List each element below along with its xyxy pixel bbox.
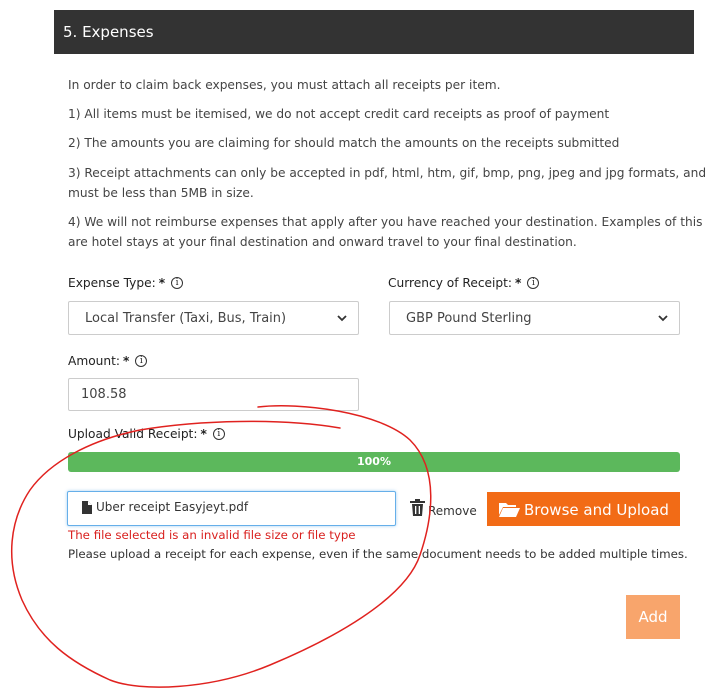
remove-label: Remove — [428, 504, 477, 518]
info-icon[interactable]: i — [171, 277, 184, 289]
upload-progress-bar: 100% — [68, 452, 680, 472]
info-icon[interactable]: i — [135, 355, 148, 367]
receipt-label-text: Upload Valid Receipt: — [68, 427, 198, 441]
required-marker: * — [158, 276, 166, 290]
currency-label: Currency of Receipt: * i — [388, 276, 540, 290]
required-marker: * — [515, 276, 522, 290]
info-icon[interactable]: i — [212, 428, 225, 440]
receipt-label: Upload Valid Receipt: * i — [68, 427, 225, 441]
instruction-item-4: 4) We will not reimburse expenses that a… — [68, 215, 703, 229]
section-title: 5. Expenses — [63, 23, 154, 41]
amount-value: 108.58 — [81, 387, 127, 402]
required-marker: * — [123, 354, 130, 368]
browse-upload-button[interactable]: Browse and Upload — [487, 492, 680, 526]
required-marker: * — [200, 427, 207, 441]
selected-file-field[interactable]: Uber receipt Easyjeyt.pdf — [67, 491, 396, 526]
instruction-item-1: 1) All items must be itemised, we do not… — [68, 107, 610, 121]
amount-label-text: Amount: — [68, 354, 120, 368]
file-icon — [82, 501, 92, 514]
expense-type-label: Expense Type: * i — [68, 276, 184, 290]
trash-icon — [410, 499, 425, 516]
expense-type-value: Local Transfer (Taxi, Bus, Train) — [85, 311, 287, 326]
amount-input[interactable]: 108.58 — [68, 378, 359, 411]
chevron-down-icon — [337, 315, 347, 322]
upload-error-message: The file selected is an invalid file siz… — [68, 528, 356, 542]
upload-help-text: Please upload a receipt for each expense… — [68, 547, 688, 561]
instruction-item-3-cont: must be less than 5MB in size. — [68, 186, 254, 200]
folder-open-icon — [499, 503, 520, 517]
instruction-item-4-cont: are hotel stays at your final destinatio… — [68, 235, 577, 249]
expense-type-label-text: Expense Type: — [68, 276, 156, 290]
add-button[interactable]: Add — [626, 595, 680, 639]
progress-label: 100% — [357, 455, 391, 468]
add-label: Add — [638, 608, 668, 626]
expense-type-select[interactable]: Local Transfer (Taxi, Bus, Train) — [68, 301, 359, 335]
section-header: 5. Expenses — [54, 10, 694, 54]
browse-upload-label: Browse and Upload — [524, 501, 669, 519]
amount-label: Amount: * i — [68, 354, 148, 368]
file-name: Uber receipt Easyjeyt.pdf — [96, 500, 249, 514]
currency-select[interactable]: GBP Pound Sterling — [389, 301, 680, 335]
info-icon[interactable]: i — [527, 277, 540, 289]
chevron-down-icon — [658, 315, 668, 322]
instruction-item-2: 2) The amounts you are claiming for shou… — [68, 136, 620, 150]
instructions-intro: In order to claim back expenses, you mus… — [68, 78, 501, 92]
instruction-item-3: 3) Receipt attachments can only be accep… — [68, 166, 707, 180]
currency-value: GBP Pound Sterling — [406, 311, 532, 326]
currency-label-text: Currency of Receipt: — [388, 276, 513, 290]
